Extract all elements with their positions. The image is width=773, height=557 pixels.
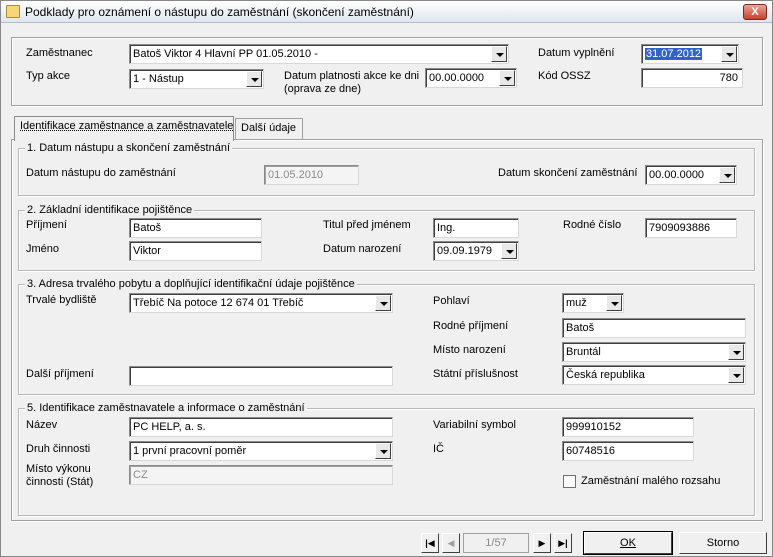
work-place-sublabel: činnosti (Stát) bbox=[26, 476, 94, 488]
close-button[interactable]: X bbox=[743, 4, 767, 20]
filled-date-select[interactable]: 31.07.2012 bbox=[641, 44, 739, 64]
folder-icon bbox=[6, 5, 20, 18]
gender-label: Pohlaví bbox=[433, 295, 470, 307]
citizenship-label: Státní příslušnost bbox=[433, 368, 518, 380]
section-title: 2. Základní identifikace pojištěnce bbox=[25, 204, 195, 216]
section-title: 3. Adresa trvalého pobytu a doplňující i… bbox=[25, 278, 357, 290]
ic-input[interactable]: 60748516 bbox=[562, 441, 694, 461]
first-record-button[interactable]: |◀ bbox=[421, 533, 439, 553]
ossz-code-label: Kód OSSZ bbox=[538, 70, 591, 82]
filled-date-label: Datum vyplnění bbox=[538, 47, 615, 59]
birthnumber-input[interactable]: 7909093886 bbox=[645, 218, 737, 238]
maiden-name-input[interactable]: Batoš bbox=[562, 318, 746, 338]
chevron-down-icon[interactable] bbox=[375, 443, 391, 459]
birthplace-value: Bruntál bbox=[566, 346, 601, 358]
tab-identification[interactable]: Identifikace zaměstnance a zaměstnavatel… bbox=[14, 116, 234, 141]
birthplace-select[interactable]: Bruntál bbox=[562, 342, 746, 362]
action-type-label: Typ akce bbox=[26, 70, 71, 82]
validity-date-value: 00.00.0000 bbox=[429, 72, 485, 84]
section-title: 1. Datum nástupu a skončení zaměstnání bbox=[25, 142, 233, 154]
employer-name-label: Název bbox=[26, 419, 58, 431]
filled-date-value: 31.07.2012 bbox=[645, 48, 703, 60]
work-place-input: CZ bbox=[129, 465, 393, 485]
record-counter: 1/57 bbox=[463, 533, 529, 553]
ossz-code-input[interactable]: 780 bbox=[641, 68, 743, 88]
chevron-down-icon[interactable] bbox=[721, 46, 737, 62]
gender-value: muž bbox=[566, 297, 587, 309]
chevron-down-icon[interactable] bbox=[375, 295, 391, 311]
dialog-window: Podklady pro oznámení o nástupu do zaměs… bbox=[0, 0, 773, 557]
action-type-select[interactable]: 1 - Nástup bbox=[129, 69, 264, 89]
employer-name-input[interactable]: PC HELP, a. s. bbox=[129, 417, 393, 437]
chevron-down-icon[interactable] bbox=[606, 295, 622, 311]
cancel-button[interactable]: Storno bbox=[679, 532, 767, 554]
birthdate-select[interactable]: 09.09.1979 bbox=[433, 241, 519, 261]
start-date-input: 01.05.2010 bbox=[264, 165, 359, 185]
variable-symbol-label: Variabilní symbol bbox=[433, 419, 516, 431]
surname-label: Příjmení bbox=[26, 219, 67, 231]
firstname-label: Jméno bbox=[26, 243, 60, 255]
section-title: 5. Identifikace zaměstnavatele a informa… bbox=[25, 402, 307, 414]
ic-label: IČ bbox=[433, 443, 444, 455]
title-bar[interactable]: Podklady pro oznámení o nástupu do zaměs… bbox=[1, 1, 772, 23]
firstname-input[interactable]: Viktor bbox=[129, 241, 262, 261]
chevron-down-icon[interactable] bbox=[501, 243, 517, 259]
end-date-label: Datum skončení zaměstnání bbox=[498, 167, 638, 179]
validity-date-select[interactable]: 00.00.0000 bbox=[425, 68, 517, 88]
validity-date-label: Datum platnosti akce ke dni bbox=[284, 70, 420, 82]
employee-select[interactable]: Batoš Viktor 4 Hlavní PP 01.05.2010 - bbox=[129, 44, 509, 64]
chevron-down-icon[interactable] bbox=[499, 70, 515, 86]
small-job-checkbox[interactable] bbox=[563, 475, 576, 488]
address-select[interactable]: Třebíč Na potoce 12 674 01 Třebíč bbox=[129, 293, 393, 313]
birthnumber-label: Rodné číslo bbox=[563, 219, 622, 231]
employee-value: Batoš Viktor 4 Hlavní PP 01.05.2010 - bbox=[133, 48, 318, 60]
maiden-name-label: Rodné příjmení bbox=[433, 320, 509, 332]
next-record-button[interactable]: ▶ bbox=[533, 533, 551, 553]
last-record-button[interactable]: ▶| bbox=[554, 533, 572, 553]
end-date-value: 00.00.0000 bbox=[649, 169, 705, 181]
chevron-down-icon[interactable] bbox=[719, 167, 735, 183]
activity-select[interactable]: 1 první pracovní poměr bbox=[129, 441, 393, 461]
end-date-select[interactable]: 00.00.0000 bbox=[645, 165, 737, 185]
birthdate-value: 09.09.1979 bbox=[437, 245, 493, 257]
variable-symbol-input[interactable]: 999910152 bbox=[562, 417, 694, 437]
citizenship-select[interactable]: Česká republika bbox=[562, 365, 746, 385]
tab-other-data[interactable]: Další údaje bbox=[235, 118, 303, 139]
action-type-value: 1 - Nástup bbox=[133, 73, 184, 85]
chevron-down-icon[interactable] bbox=[728, 344, 744, 360]
title-input[interactable]: Ing. bbox=[433, 218, 519, 238]
small-job-label: Zaměstnání malého rozsahu bbox=[581, 475, 721, 487]
activity-value: 1 první pracovní poměr bbox=[133, 445, 247, 457]
address-label: Trvalé bydliště bbox=[26, 294, 97, 306]
activity-label: Druh činnosti bbox=[26, 443, 91, 455]
start-date-label: Datum nástupu do zaměstnání bbox=[26, 167, 176, 179]
ok-button[interactable]: OK bbox=[583, 531, 673, 555]
window-title: Podklady pro oznámení o nástupu do zaměs… bbox=[25, 5, 414, 19]
validity-date-sublabel: (oprava ze dne) bbox=[284, 83, 362, 95]
citizenship-value: Česká republika bbox=[566, 369, 645, 381]
other-surname-input[interactable] bbox=[129, 366, 393, 386]
work-place-label: Místo výkonu bbox=[26, 463, 91, 475]
birthdate-label: Datum narození bbox=[323, 243, 402, 255]
prev-record-button[interactable]: ◀ bbox=[442, 533, 460, 553]
chevron-down-icon[interactable] bbox=[728, 367, 744, 383]
chevron-down-icon[interactable] bbox=[491, 46, 507, 62]
address-value: Třebíč Na potoce 12 674 01 Třebíč bbox=[133, 297, 304, 309]
surname-input[interactable]: Batoš bbox=[129, 218, 262, 238]
chevron-down-icon[interactable] bbox=[246, 71, 262, 87]
birthplace-label: Místo narození bbox=[433, 344, 506, 356]
other-surname-label: Další příjmení bbox=[26, 368, 94, 380]
employee-label: Zaměstnanec bbox=[26, 47, 93, 59]
gender-select[interactable]: muž bbox=[562, 293, 624, 313]
title-label: Titul před jménem bbox=[323, 219, 411, 231]
